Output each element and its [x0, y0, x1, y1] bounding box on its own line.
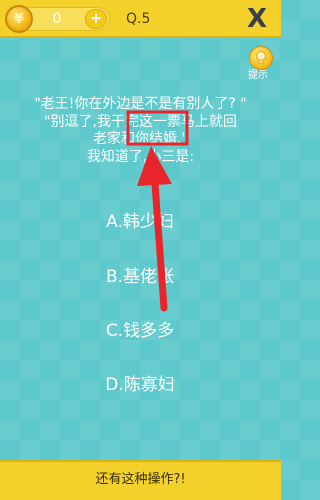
question-line: 老家和你结婚." [93, 131, 188, 147]
option-a[interactable]: A.韩少妇 [60, 207, 220, 237]
close-button[interactable]: X [243, 4, 271, 34]
hint-button[interactable]: 提示 [246, 46, 278, 82]
hint-label: 提示 [248, 70, 268, 81]
question-line: 我知道了,小三是: [86, 148, 195, 165]
question-line: "老王!你在外边是不是有别人了? " [34, 96, 247, 112]
question-text: "老王!你在外边是不是有别人了? " "别逗了,我干完这一票马上就回 老家和你结… [14, 96, 267, 166]
level-label: Q.5 [126, 11, 151, 27]
option-c[interactable]: C.钱多多 [60, 316, 220, 346]
coin-icon: ¥ [5, 5, 33, 33]
option-d[interactable]: D.陈寡妇 [60, 370, 220, 400]
annotation-overlay [126, 110, 189, 312]
top-bar: ¥ 0 + Q.5 X [0, 0, 281, 38]
coin-count: 0 [52, 11, 62, 27]
add-coins-button[interactable]: + [85, 9, 107, 29]
coin-counter: ¥ 0 + [5, 5, 110, 33]
question-line: "别逗了,我干完这一票马上就回 [44, 113, 237, 130]
bottom-caption: 还有这种操作?! [95, 472, 186, 487]
bottom-bar[interactable]: 还有这种操作?! [0, 460, 281, 500]
option-b[interactable]: B.基佬张 [60, 262, 220, 292]
lightbulb-icon [249, 46, 273, 70]
